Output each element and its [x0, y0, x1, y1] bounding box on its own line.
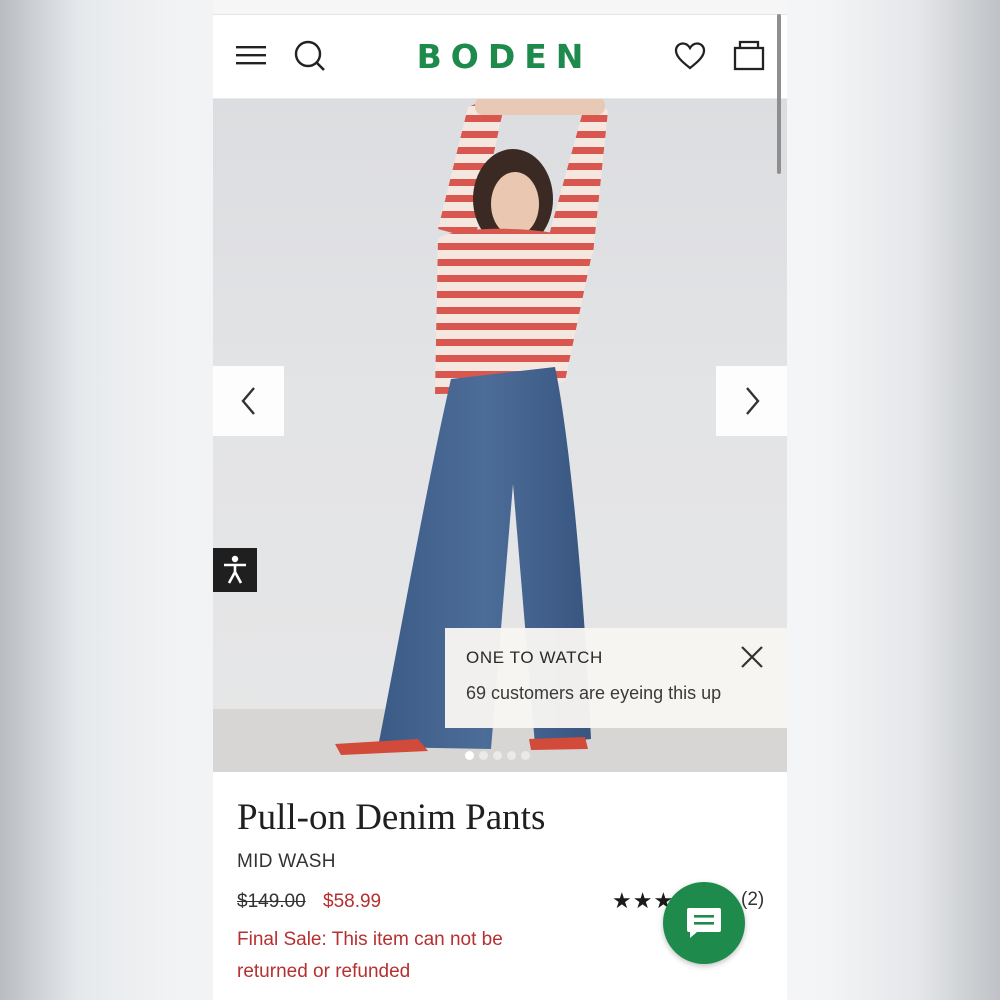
product-color: MID WASH — [237, 851, 336, 872]
carousel-dot[interactable] — [465, 751, 474, 760]
phone-screen: BODEN ONE TO WATCH 69 customers are eyei… — [213, 0, 787, 1000]
status-strip — [213, 0, 787, 15]
scrollbar[interactable] — [777, 14, 781, 174]
carousel-dot[interactable] — [493, 751, 502, 760]
chevron-right-icon — [745, 387, 760, 415]
final-sale-notice: Final Sale: This item can not be — [237, 924, 557, 956]
chat-bubble-icon — [687, 908, 721, 938]
shopping-bag-icon[interactable] — [732, 38, 766, 72]
notice-message: 69 customers are eyeing this up — [466, 683, 722, 703]
final-sale-label: Final Sale: — [237, 929, 327, 950]
accessibility-person-icon — [224, 555, 246, 584]
close-icon[interactable] — [737, 642, 767, 672]
carousel-dot[interactable] — [521, 751, 530, 760]
accessibility-button[interactable] — [213, 548, 257, 592]
chat-button[interactable] — [663, 882, 745, 964]
product-image-carousel[interactable]: ONE TO WATCH 69 customers are eyeing thi… — [213, 99, 787, 772]
one-to-watch-notice: ONE TO WATCH 69 customers are eyeing thi… — [445, 628, 787, 728]
carousel-dots — [465, 751, 530, 760]
gallery-prev-button[interactable] — [213, 366, 284, 436]
chevron-left-icon — [240, 387, 255, 415]
review-count[interactable]: (2) — [741, 889, 764, 911]
final-sale-text: This item can not be — [331, 929, 503, 950]
gallery-next-button[interactable] — [716, 366, 787, 436]
original-price: $149.00 — [237, 891, 306, 912]
heart-icon[interactable] — [674, 41, 706, 71]
site-header: BODEN — [213, 15, 787, 99]
sale-price: $58.99 — [323, 891, 382, 912]
carousel-dot[interactable] — [479, 751, 488, 760]
final-sale-text-continued: returned or refunded — [237, 961, 411, 982]
product-title: Pull-on Denim Pants — [237, 797, 546, 838]
carousel-dot[interactable] — [507, 751, 516, 760]
notice-title: ONE TO WATCH — [466, 648, 603, 667]
